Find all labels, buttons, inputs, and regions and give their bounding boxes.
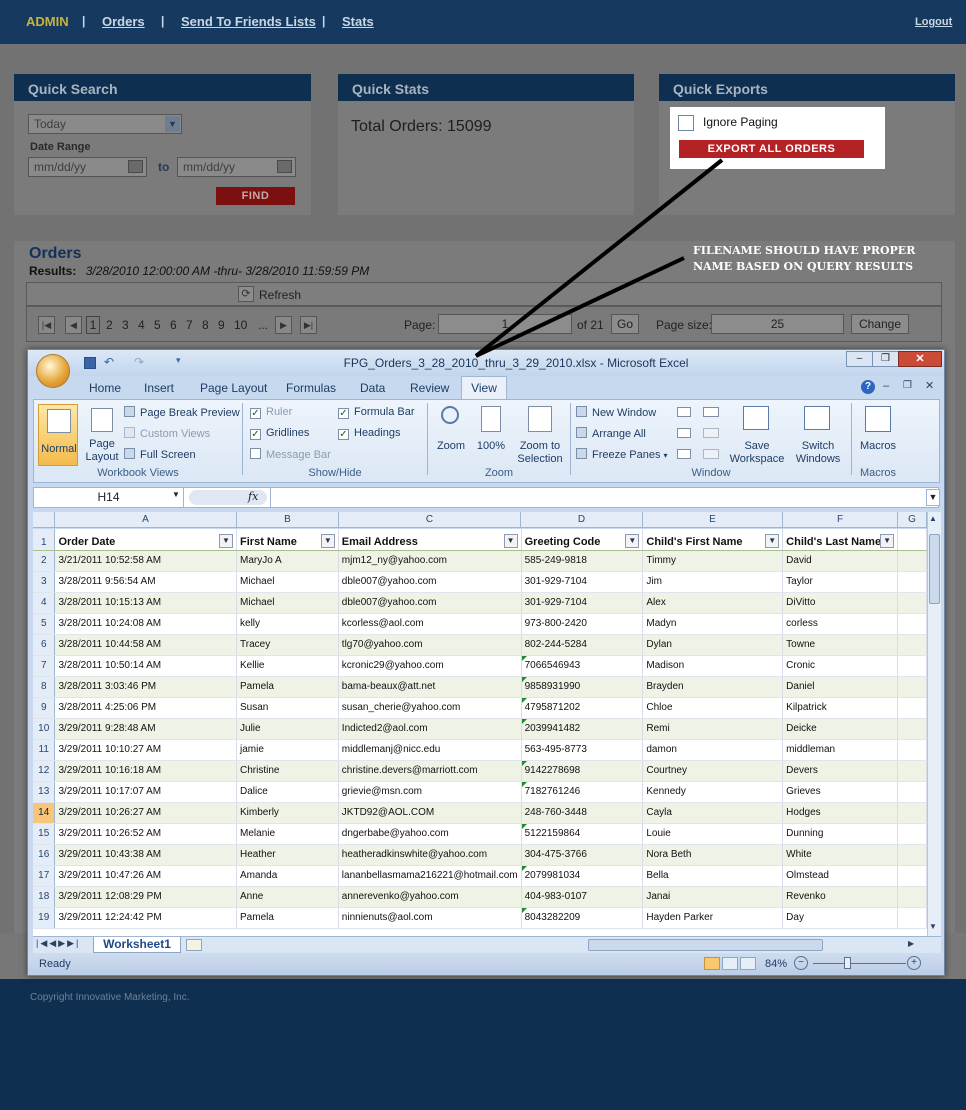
annotation-line: FILENAME SHOULD HAVE PROPER	[693, 244, 916, 257]
annotation-arrow	[474, 158, 724, 358]
annotation-arrows	[474, 158, 724, 358]
annotation-line: NAME BASED ON QUERY RESULTS	[693, 260, 914, 273]
annotation-note: FILENAME SHOULD HAVE PROPER NAME BASED O…	[693, 243, 915, 275]
